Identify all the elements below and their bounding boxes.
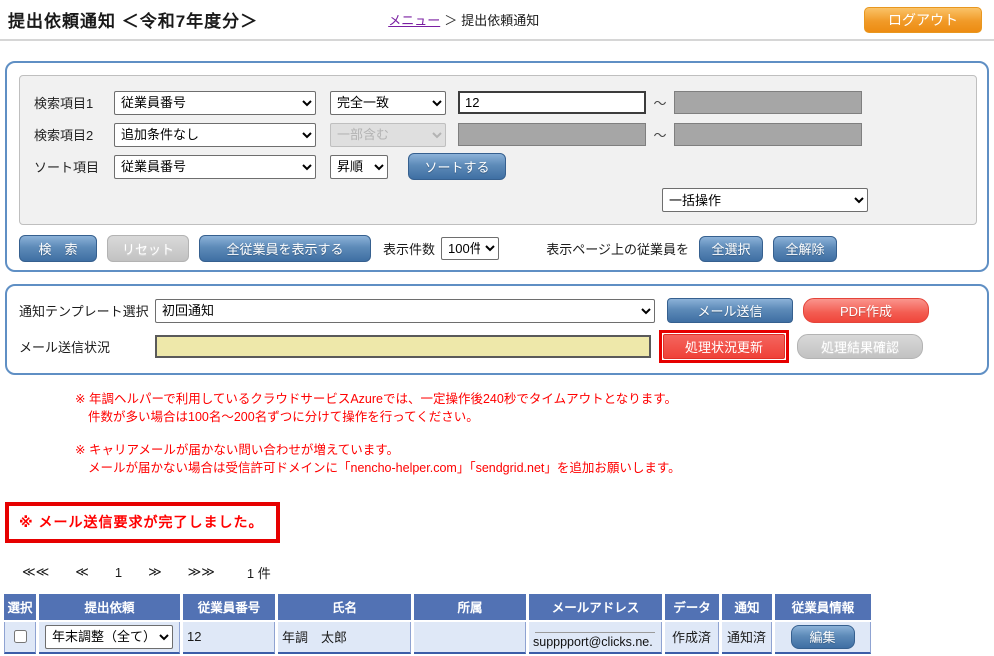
search-criteria-box: 検索項目1 従業員番号 完全一致 ～ 検索項目2 追加条件なし 一部含む ～ xyxy=(19,75,977,225)
header-employee-no: 従業員番号 xyxy=(183,594,275,620)
breadcrumb-current: 提出依頼通知 xyxy=(461,13,539,28)
row-select-checkbox[interactable] xyxy=(14,630,27,643)
bulk-action-row: 一括操作 xyxy=(34,188,964,212)
search2-label: 検索項目2 xyxy=(34,125,114,144)
cell-email: supppport@clicks.ne. xyxy=(529,622,662,654)
page-first-button[interactable]: ≪≪ xyxy=(22,564,49,580)
header-notice: 通知 xyxy=(722,594,772,620)
search1-match-select[interactable]: 完全一致 xyxy=(330,91,446,115)
cell-employee-info: 編集 xyxy=(775,622,871,654)
cell-notice-status: 通知済 xyxy=(722,622,772,654)
search2-match-select: 一部含む xyxy=(330,123,446,147)
table-row: 年末調整（全て） 12 年調 太郎 supppport@clicks.ne. 作… xyxy=(4,622,871,654)
page-last-button[interactable]: ≫≫ xyxy=(188,564,215,580)
bulk-action-select[interactable]: 一括操作 xyxy=(662,188,868,212)
show-all-employees-button[interactable]: 全従業員を表示する xyxy=(199,235,371,262)
search2-field-select[interactable]: 追加条件なし xyxy=(114,123,316,147)
breadcrumb: メニュー ＞ 提出依頼通知 xyxy=(388,10,539,29)
title-bar: 提出依頼通知 ＜令和7年度分＞ メニュー ＞ 提出依頼通知 ログアウト xyxy=(0,0,994,41)
employee-table: 選択 提出依頼 従業員番号 氏名 所属 メールアドレス データ 通知 従業員情報… xyxy=(1,592,874,656)
header-data: データ xyxy=(665,594,719,620)
page-prev-button[interactable]: ≪ xyxy=(75,564,89,580)
select-all-button[interactable]: 全選択 xyxy=(699,236,763,262)
page-current[interactable]: 1 xyxy=(115,565,122,580)
cell-request: 年末調整（全て） xyxy=(39,622,180,654)
update-status-highlight-frame: 処理状況更新 xyxy=(659,330,789,363)
edit-button[interactable]: 編集 xyxy=(791,625,855,649)
sort-field-select[interactable]: 従業員番号 xyxy=(114,155,316,179)
header-department: 所属 xyxy=(414,594,526,620)
mail-status-row: メール送信状況 処理状況更新 処理結果確認 xyxy=(19,330,977,363)
breadcrumb-separator: ＞ xyxy=(444,13,457,28)
cell-name: 年調 太郎 xyxy=(278,622,411,654)
record-count: 1 件 xyxy=(247,563,271,582)
search2-tilde: ～ xyxy=(646,125,674,144)
breadcrumb-menu-link[interactable]: メニュー xyxy=(388,13,440,28)
display-count-label: 表示件数 xyxy=(383,239,435,258)
header-email: メールアドレス xyxy=(529,594,662,620)
display-count-select[interactable]: 100件 xyxy=(441,237,499,260)
search2-value-from-input xyxy=(458,123,646,146)
logout-button[interactable]: ログアウト xyxy=(864,7,982,33)
update-status-button[interactable]: 処理状況更新 xyxy=(663,334,785,359)
header-name: 氏名 xyxy=(278,594,411,620)
search1-value-from-input[interactable] xyxy=(458,91,646,114)
sort-order-select[interactable]: 昇順 xyxy=(330,155,388,179)
email-text: supppport@clicks.ne. xyxy=(533,635,657,649)
notice-timeout-line1: ※ 年調ヘルパーで利用しているクラウドサービスAzureでは、一定操作後240秒… xyxy=(75,390,994,408)
search1-label: 検索項目1 xyxy=(34,93,114,112)
header-request: 提出依頼 xyxy=(39,594,180,620)
search1-tilde: ～ xyxy=(646,93,674,112)
search-row-1: 検索項目1 従業員番号 完全一致 ～ xyxy=(34,90,964,115)
sort-label: ソート項目 xyxy=(34,157,114,176)
notification-panel: 通知テンプレート選択 初回通知 メール送信 PDF作成 メール送信状況 処理状況… xyxy=(5,284,989,375)
sort-row: ソート項目 従業員番号 昇順 ソートする xyxy=(34,154,964,179)
pagination: ≪≪ ≪ 1 ≫ ≫≫ 1 件 xyxy=(22,563,994,582)
page-next-button[interactable]: ≫ xyxy=(148,564,162,580)
search-actions-row: 検 索 リセット 全従業員を表示する 表示件数 100件 表示ページ上の従業員を… xyxy=(19,235,977,262)
reset-button[interactable]: リセット xyxy=(107,235,189,262)
search-button[interactable]: 検 索 xyxy=(19,235,97,262)
template-row: 通知テンプレート選択 初回通知 メール送信 PDF作成 xyxy=(19,298,977,323)
mail-sent-alert: ※ メール送信要求が完了しました。 xyxy=(5,502,280,543)
page-selection-group: 表示ページ上の従業員を 全選択 全解除 xyxy=(546,236,837,262)
email-underline xyxy=(535,632,655,633)
table-header-row: 選択 提出依頼 従業員番号 氏名 所属 メールアドレス データ 通知 従業員情報 xyxy=(4,594,871,620)
notice-timeout-line2: 件数が多い場合は100名～200名ずつに分けて操作を行ってください。 xyxy=(75,408,994,426)
cell-employee-no: 12 xyxy=(183,622,275,654)
request-type-select[interactable]: 年末調整（全て） xyxy=(45,625,173,649)
send-mail-button[interactable]: メール送信 xyxy=(667,298,793,323)
notice-carrier-line2: メールが届かない場合は受信許可ドメインに「nencho-helper.com」「… xyxy=(75,459,994,477)
template-label: 通知テンプレート選択 xyxy=(19,301,155,320)
cell-department xyxy=(414,622,526,654)
mail-status-input xyxy=(155,335,651,358)
notice-carrier-line1: ※ キャリアメールが届かない問い合わせが増えています。 xyxy=(75,441,994,459)
deselect-all-button[interactable]: 全解除 xyxy=(773,236,837,262)
search1-field-select[interactable]: 従業員番号 xyxy=(114,91,316,115)
search-panel: 検索項目1 従業員番号 完全一致 ～ 検索項目2 追加条件なし 一部含む ～ xyxy=(5,61,989,272)
notice-carrier-mail: ※ キャリアメールが届かない問い合わせが増えています。 メールが届かない場合は受… xyxy=(75,441,994,477)
header-select: 選択 xyxy=(4,594,36,620)
cell-select xyxy=(4,622,36,654)
sort-button[interactable]: ソートする xyxy=(408,153,506,180)
page-employees-label: 表示ページ上の従業員を xyxy=(546,239,689,258)
mail-status-label: メール送信状況 xyxy=(19,337,155,356)
cell-data-status: 作成済 xyxy=(665,622,719,654)
page-title: 提出依頼通知 ＜令和7年度分＞ xyxy=(8,7,258,32)
search1-value-to-input xyxy=(674,91,862,114)
header-employee-info: 従業員情報 xyxy=(775,594,871,620)
create-pdf-button[interactable]: PDF作成 xyxy=(803,298,929,323)
search-row-2: 検索項目2 追加条件なし 一部含む ～ xyxy=(34,122,964,147)
template-select[interactable]: 初回通知 xyxy=(155,299,655,323)
search2-value-to-input xyxy=(674,123,862,146)
check-result-button[interactable]: 処理結果確認 xyxy=(797,334,923,359)
notice-timeout: ※ 年調ヘルパーで利用しているクラウドサービスAzureでは、一定操作後240秒… xyxy=(75,390,994,426)
